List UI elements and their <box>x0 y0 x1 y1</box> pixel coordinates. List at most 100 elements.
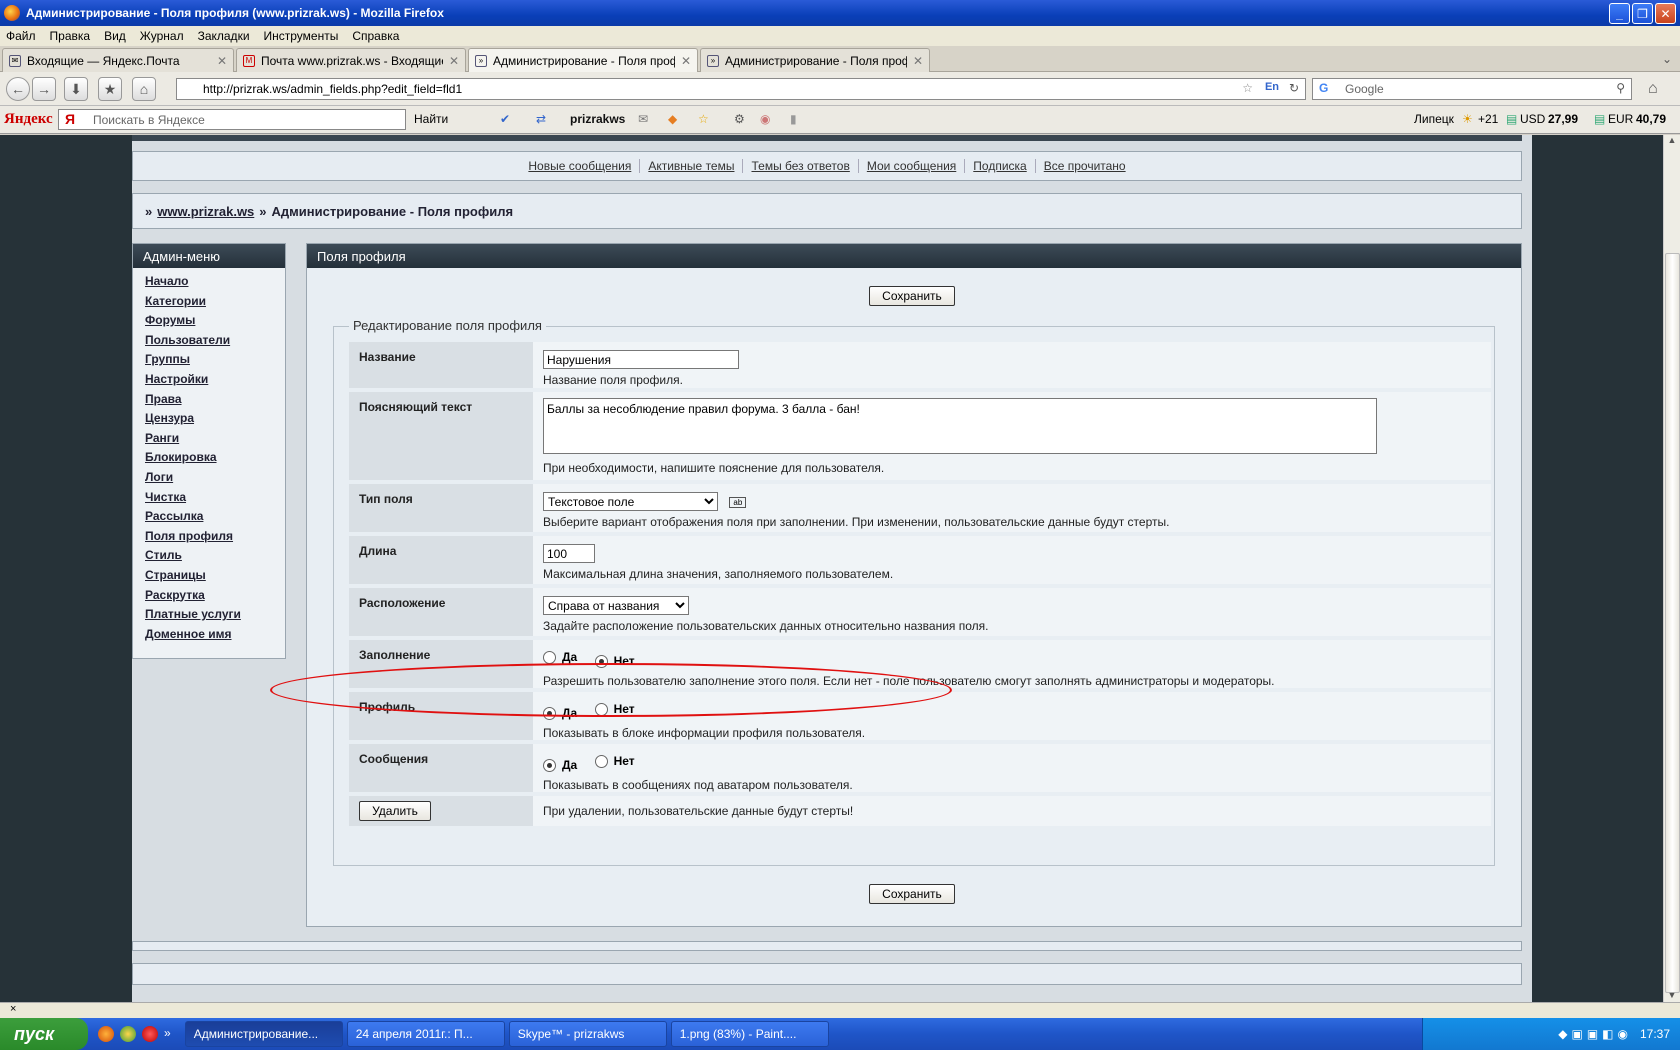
clock[interactable]: 17:37 <box>1640 1027 1670 1041</box>
hint-textarea[interactable]: Баллы за несоблюдение правил форума. 3 б… <box>543 398 1377 454</box>
tab-admin-fields-active[interactable]: » Администрирование - Поля профиля (w...… <box>468 48 698 73</box>
scroll-up-icon[interactable]: ▲ <box>1664 135 1680 145</box>
yandex-logo[interactable]: Яндекс <box>4 111 53 128</box>
minimize-button[interactable]: _ <box>1609 3 1630 24</box>
menu-history[interactable]: Журнал <box>140 29 184 43</box>
bookmarks-icon[interactable]: ★ <box>98 77 122 101</box>
money-icon[interactable]: ◆ <box>668 112 677 126</box>
admin-menu-item[interactable]: Рассылка <box>145 509 203 523</box>
tab-close-icon[interactable]: ✕ <box>217 54 227 68</box>
messages-no-radio[interactable]: Нет <box>594 754 635 768</box>
menu-bookmarks[interactable]: Закладки <box>198 29 250 43</box>
admin-menu-item[interactable]: Стиль <box>145 548 182 562</box>
home-page-icon[interactable]: ⌂ <box>132 77 156 101</box>
link-my-messages[interactable]: Мои сообщения <box>857 159 964 173</box>
link-unanswered[interactable]: Темы без ответов <box>742 159 857 173</box>
window-titlebar[interactable]: Администрирование - Поля профиля (www.pr… <box>0 0 1680 26</box>
menu-help[interactable]: Справка <box>352 29 399 43</box>
tab-close-icon[interactable]: ✕ <box>913 54 923 68</box>
yandex-find-button[interactable]: Найти <box>414 112 448 126</box>
back-button[interactable]: ← <box>6 77 30 101</box>
search-bar[interactable]: Google G ⚲ <box>1312 78 1632 100</box>
task-opera[interactable]: 24 апреля 2011г.: П... <box>346 1021 505 1047</box>
translate-icon[interactable]: ⇄ <box>536 112 546 126</box>
weather-temp[interactable]: +21 <box>1478 112 1498 126</box>
firefox-icon[interactable] <box>98 1026 114 1042</box>
close-findbar-icon[interactable]: × <box>10 1003 16 1015</box>
scroll-down-icon[interactable]: ▼ <box>1664 990 1680 1000</box>
type-select[interactable]: Текстовое поле <box>543 492 718 511</box>
usd-rate[interactable]: 27,99 <box>1548 112 1578 126</box>
language-icon[interactable]: En <box>1265 81 1279 93</box>
breadcrumb-site-link[interactable]: www.prizrak.ws <box>157 204 254 219</box>
admin-menu-item[interactable]: Логи <box>145 470 173 484</box>
menu-file[interactable]: Файл <box>6 29 36 43</box>
link-active-topics[interactable]: Активные темы <box>639 159 742 173</box>
menu-tools[interactable]: Инструменты <box>264 29 339 43</box>
task-firefox[interactable]: Администрирование... <box>184 1021 343 1047</box>
position-select[interactable]: Справа от названия <box>543 596 689 615</box>
length-input[interactable] <box>543 544 595 563</box>
start-button[interactable]: пуск <box>0 1018 88 1050</box>
signal-bars-icon[interactable]: ▮ <box>790 112 797 126</box>
reload-icon[interactable]: ↻ <box>1289 81 1299 95</box>
star-icon[interactable]: ☆ <box>698 112 709 126</box>
admin-menu-item[interactable]: Страницы <box>145 568 206 582</box>
scroll-thumb[interactable] <box>1665 253 1680 993</box>
tray-icons[interactable]: ◆▣▣◧◉ <box>1558 1027 1632 1041</box>
mail-icon[interactable]: ✉ <box>638 112 648 126</box>
tab-list-chevron-icon[interactable]: ⌄ <box>1662 52 1672 66</box>
delete-button[interactable]: Удалить <box>359 801 431 821</box>
search-icon[interactable]: ⚲ <box>1616 81 1625 95</box>
field-preview-icon[interactable]: ab <box>729 496 747 508</box>
google-icon[interactable]: G <box>1319 81 1328 95</box>
close-window-button[interactable]: ✕ <box>1655 3 1676 24</box>
admin-menu-item[interactable]: Чистка <box>145 490 186 504</box>
yandex-user[interactable]: prizrakws <box>570 112 625 126</box>
link-subscriptions[interactable]: Подписка <box>964 159 1034 173</box>
tab-close-icon[interactable]: ✕ <box>449 54 459 68</box>
yandex-search-input[interactable]: Я Поискать в Яндексе <box>58 109 406 130</box>
admin-menu-item[interactable]: Ранги <box>145 431 179 445</box>
url-bar[interactable]: http://prizrak.ws/admin_fields.php?edit_… <box>176 78 1306 100</box>
maximize-button[interactable]: ❐ <box>1632 3 1653 24</box>
task-paint[interactable]: 1.png (83%) - Paint.... <box>670 1021 829 1047</box>
link-new-messages[interactable]: Новые сообщения <box>520 159 639 173</box>
menu-edit[interactable]: Правка <box>50 29 91 43</box>
admin-menu-item[interactable]: Категории <box>145 294 206 308</box>
opera-icon[interactable] <box>142 1026 158 1042</box>
admin-menu-item[interactable]: Начало <box>145 274 188 288</box>
weather-city[interactable]: Липецк <box>1414 112 1454 126</box>
tab-yandex-mail[interactable]: ✉ Входящие — Яндекс.Почта ✕ <box>2 48 234 72</box>
fill-yes-radio[interactable]: Да <box>543 650 577 664</box>
menu-view[interactable]: Вид <box>104 29 126 43</box>
admin-menu-item[interactable]: Пользователи <box>145 333 230 347</box>
name-input[interactable] <box>543 350 739 369</box>
admin-menu-item[interactable]: Группы <box>145 352 190 366</box>
home-icon[interactable]: ⌂ <box>1648 80 1658 98</box>
admin-menu-item-active[interactable]: Поля профиля <box>145 529 233 543</box>
tab-prizrak-mail[interactable]: M Почта www.prizrak.ws - Входящие - admi… <box>236 48 466 72</box>
admin-menu-item[interactable]: Блокировка <box>145 450 217 464</box>
page-scrollbar[interactable]: ▲ ▼ <box>1663 135 1680 1002</box>
profile-no-radio[interactable]: Нет <box>594 702 635 716</box>
admin-menu-item[interactable]: Раскрутка <box>145 588 205 602</box>
admin-menu-item[interactable]: Доменное имя <box>145 627 232 641</box>
profile-yes-radio[interactable]: Да <box>543 706 577 720</box>
eur-rate[interactable]: 40,79 <box>1636 112 1666 126</box>
admin-menu-item[interactable]: Форумы <box>145 313 195 327</box>
link-mark-all-read[interactable]: Все прочитано <box>1034 159 1134 173</box>
tab-close-icon[interactable]: ✕ <box>681 54 691 68</box>
tab-admin-fields[interactable]: » Администрирование - Поля профиля (w...… <box>700 48 930 72</box>
task-skype[interactable]: Skype™ - prizrakws <box>508 1021 667 1047</box>
messages-yes-radio[interactable]: Да <box>543 758 577 772</box>
forward-button[interactable]: → <box>32 77 56 101</box>
admin-menu-item[interactable]: Настройки <box>145 372 208 386</box>
more-chevron-icon[interactable]: » <box>164 1026 171 1042</box>
save-button-bottom[interactable]: Сохранить <box>869 884 955 904</box>
bookmark-star-icon[interactable]: ☆ <box>1242 81 1253 95</box>
search-input[interactable]: Google <box>1345 82 1384 96</box>
settings-gear-icon[interactable]: ⚙ <box>734 112 745 126</box>
admin-menu-item[interactable]: Права <box>145 392 182 406</box>
download-icon[interactable]: ⬇ <box>64 77 88 101</box>
